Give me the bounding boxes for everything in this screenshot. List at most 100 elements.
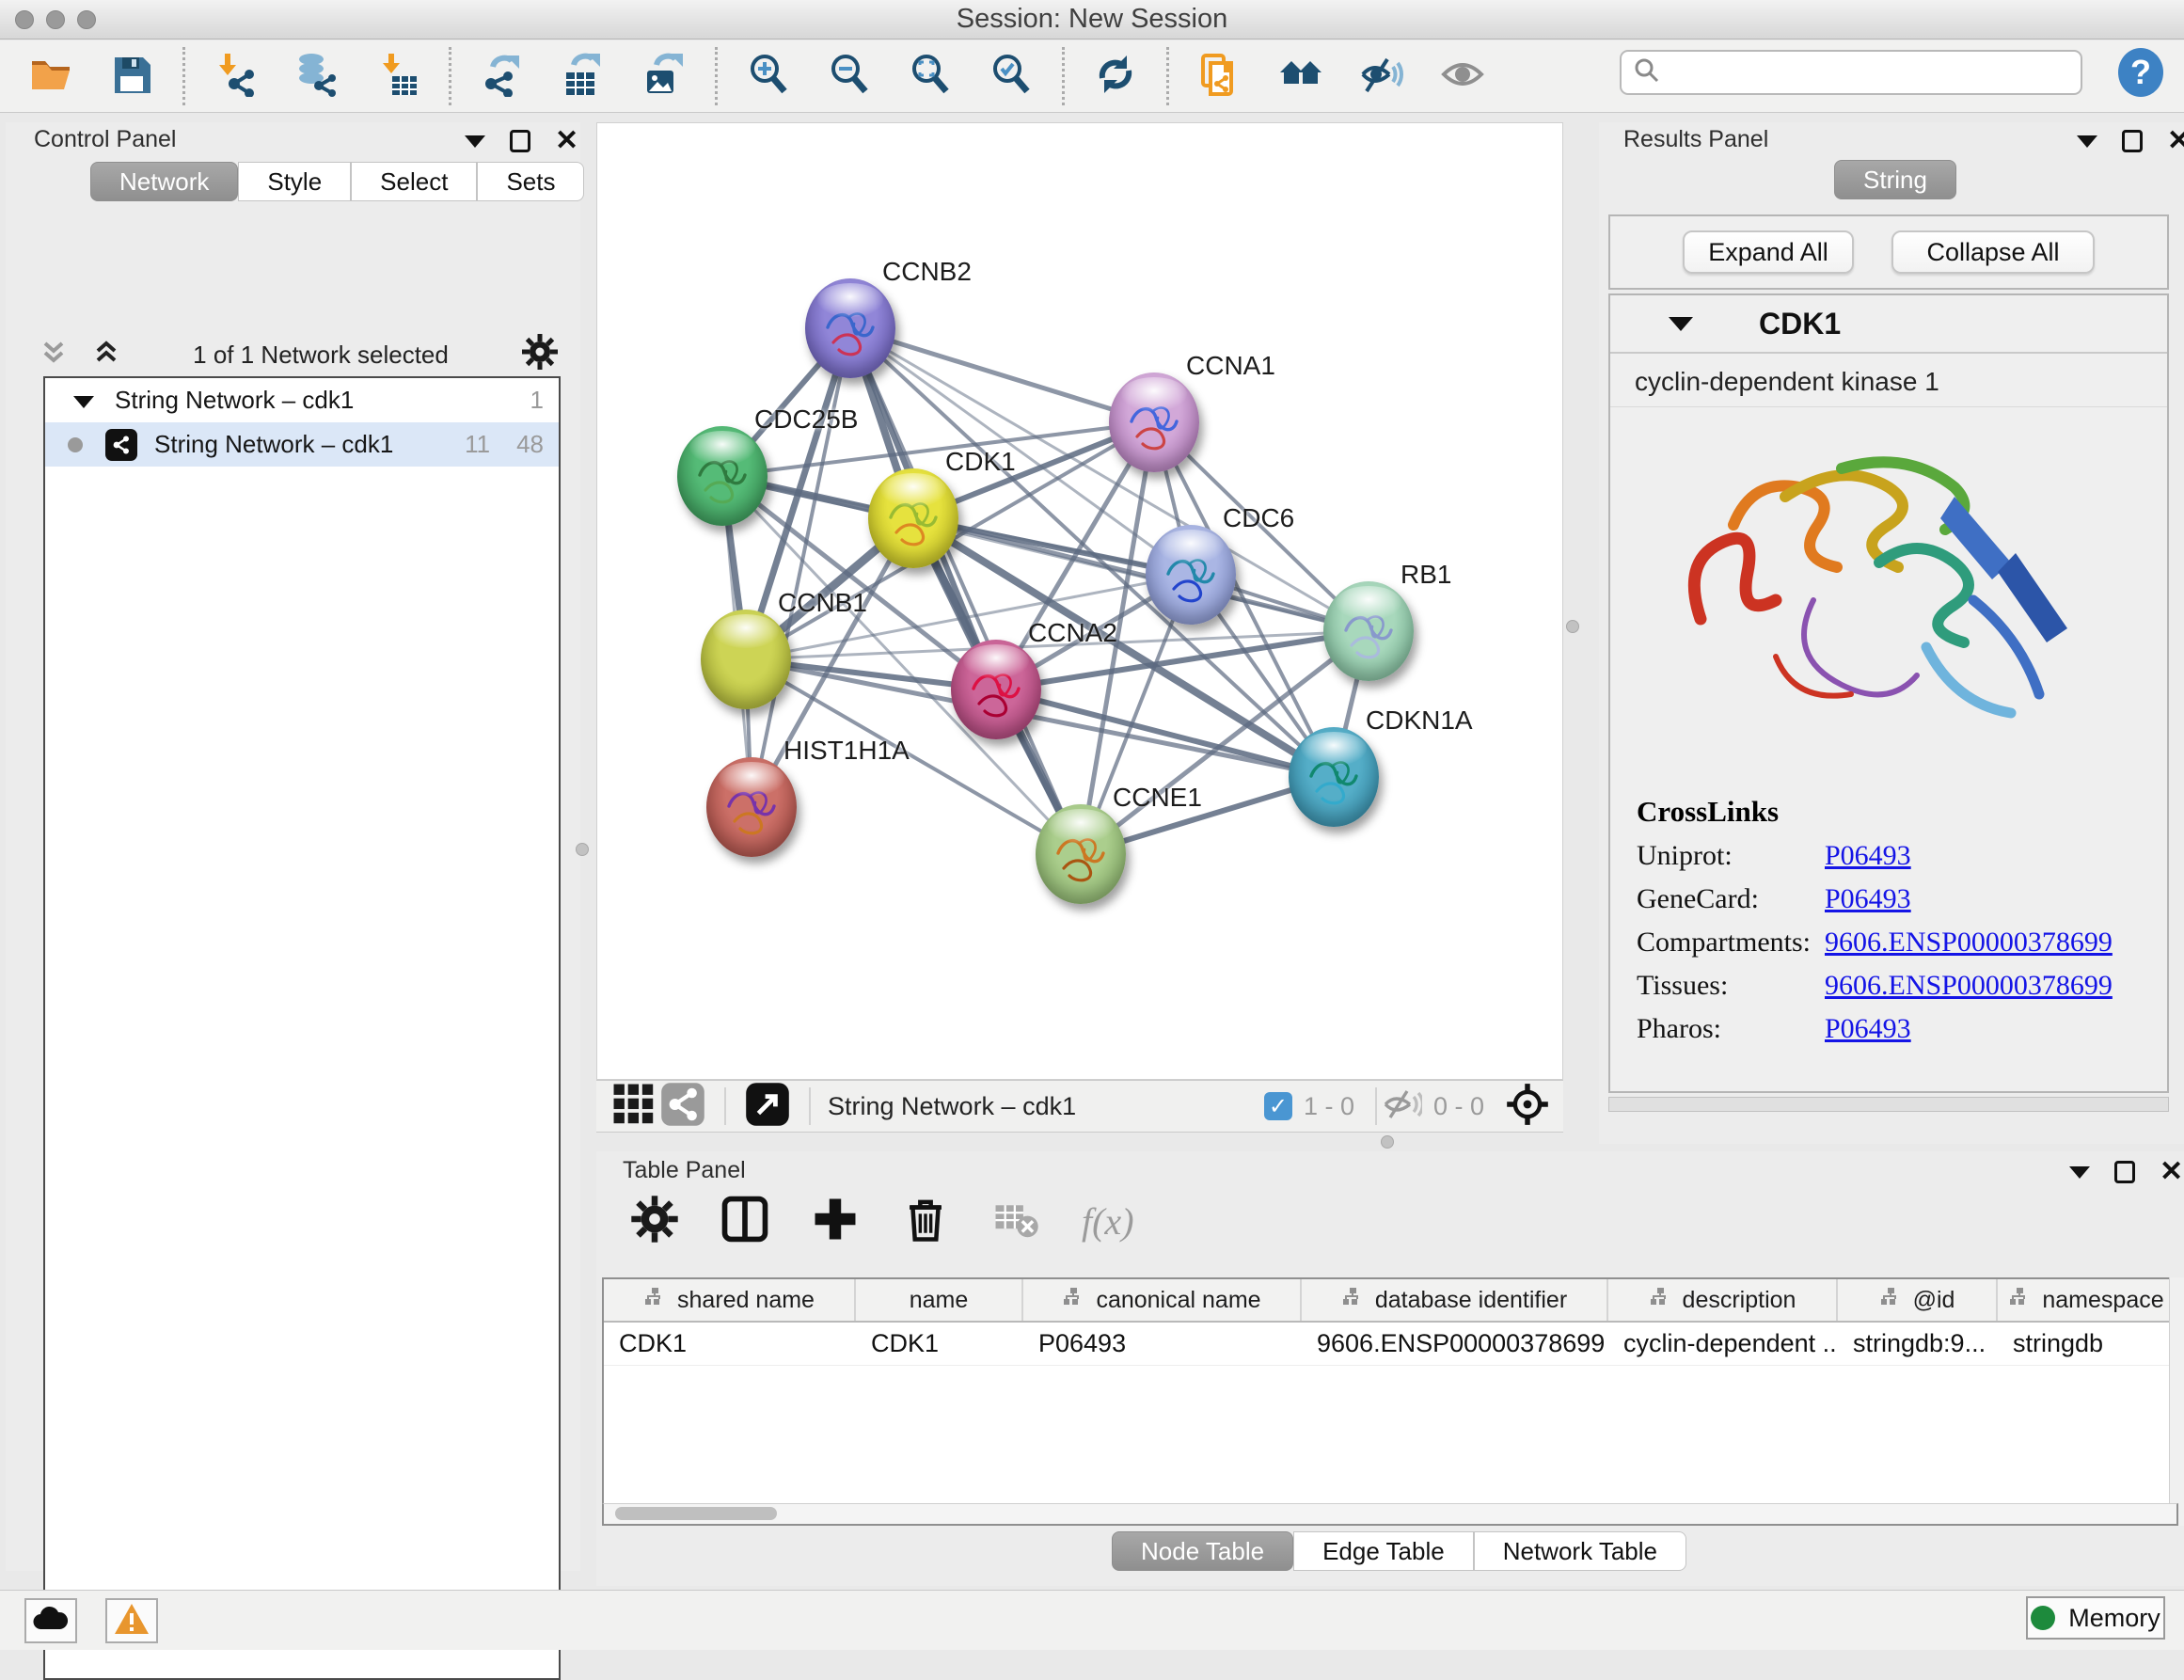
results-scrollbar[interactable] [1608,1097,2169,1112]
add-column-button[interactable] [811,1197,860,1245]
network-node-cdc25b[interactable] [677,426,768,526]
zoom-selected-button[interactable] [987,52,1036,101]
network-collection-row[interactable]: String Network – cdk1 1 [45,378,559,422]
network-node-ccna1[interactable] [1109,372,1199,472]
tab-network-table[interactable]: Network Table [1474,1531,1686,1571]
close-panel-icon[interactable]: ✕ [2160,1161,2183,1183]
tab-string[interactable]: String [1834,160,1956,199]
table-row[interactable]: CDK1CDK1P064939606.ENSP00000378699cyclin… [604,1323,2176,1366]
export-table-button[interactable] [559,52,608,101]
show-all-button[interactable] [1438,52,1487,101]
network-node-ccnb1[interactable] [701,610,791,709]
fit-selected-button[interactable] [1503,1082,1552,1131]
tab-node-table[interactable]: Node Table [1112,1531,1293,1571]
crosslink-link[interactable]: P06493 [1825,840,1911,872]
network-node-ccna2[interactable] [951,640,1041,739]
tab-style[interactable]: Style [238,162,351,201]
open-in-window-button[interactable] [743,1082,792,1131]
duplicate-network-button[interactable] [1195,52,1244,101]
float-panel-icon[interactable] [2122,130,2143,152]
network-overview-button[interactable] [658,1082,707,1131]
network-list: String Network – cdk1 1 String Network –… [43,376,561,1680]
search-input[interactable] [1661,58,2056,87]
network-row[interactable]: String Network – cdk1 11 48 [45,422,559,467]
crosslink-link[interactable]: P06493 [1825,883,1911,915]
memory-button[interactable]: Memory [2026,1596,2165,1640]
crosslink-link[interactable]: 9606.ENSP00000378699 [1825,927,2113,959]
zoom-out-icon [827,52,872,102]
hide-selected-button[interactable] [1357,52,1406,101]
cloud-button[interactable] [24,1598,77,1643]
show-column-panel-button[interactable] [720,1197,769,1245]
import-table-button[interactable] [373,52,422,101]
delete-table-button[interactable] [991,1197,1040,1245]
collapse-all-chevron-icon[interactable] [40,338,68,372]
right-splitter-handle[interactable] [1566,620,1579,633]
left-splitter-handle[interactable] [576,843,589,856]
expand-all-chevron-icon[interactable] [92,338,120,372]
column-header-database-identifier[interactable]: database identifier [1302,1279,1608,1321]
bottom-splitter-handle[interactable] [1381,1135,1394,1149]
import-network-database-button[interactable] [293,52,341,101]
close-panel-icon[interactable]: ✕ [2167,130,2184,152]
tab-sets[interactable]: Sets [477,162,584,201]
hidden-eye-slash-icon[interactable] [1383,1088,1422,1125]
crosslink-link[interactable]: 9606.ENSP00000378699 [1825,970,2113,1002]
hidden-node-edge-counts: 0 - 0 [1433,1092,1484,1121]
network-node-cdkn1a[interactable] [1289,727,1379,827]
warning-button[interactable] [105,1598,158,1643]
column-header-shared-name[interactable]: shared name [604,1279,856,1321]
delete-column-button[interactable] [901,1197,950,1245]
network-node-cdc6[interactable] [1146,525,1236,625]
network-node-rb1[interactable] [1323,581,1414,681]
float-panel-icon[interactable] [510,130,530,152]
column-header-canonical-name[interactable]: canonical name [1023,1279,1302,1321]
table-settings-button[interactable] [630,1197,679,1245]
panel-menu-icon[interactable] [2069,1166,2090,1179]
apply-layout-button[interactable] [1091,52,1140,101]
table-vertical-scrollbar[interactable] [2169,1277,2184,1526]
zoom-fit-button[interactable] [906,52,955,101]
birdseye-toggle-button[interactable] [609,1082,658,1131]
network-edges [597,123,1563,1080]
float-panel-icon[interactable] [2114,1161,2135,1183]
tab-network[interactable]: Network [90,162,238,201]
network-canvas[interactable]: CCNB2CCNA1CDC25BCDK1CDC6RB1CCNB1CCNA2CDK… [596,122,1563,1080]
collapse-protein-icon[interactable] [1669,317,1693,331]
column-header-description[interactable]: description [1608,1279,1838,1321]
results-panel-title: Results Panel [1623,126,1768,153]
tab-select[interactable]: Select [351,162,477,201]
selected-checkbox-icon[interactable]: ✓ [1264,1092,1292,1120]
network-node-hist1h1a[interactable] [706,757,797,857]
export-network-button[interactable] [478,52,527,101]
column-header--id[interactable]: @id [1838,1279,1998,1321]
close-panel-icon[interactable]: ✕ [555,130,578,152]
zoom-out-button[interactable] [825,52,874,101]
panel-menu-icon[interactable] [465,135,485,148]
panel-menu-icon[interactable] [2077,135,2097,148]
open-session-button[interactable] [26,52,75,101]
column-header-name[interactable]: name [856,1279,1023,1321]
import-network-file-button[interactable] [212,52,261,101]
table-horizontal-scrollbar[interactable] [602,1503,2178,1526]
node-table: shared namenamecanonical namedatabase id… [602,1277,2178,1503]
tab-edge-table[interactable]: Edge Table [1293,1531,1474,1571]
collection-expand-icon[interactable] [73,396,94,408]
collapse-all-button[interactable]: Collapse All [1891,230,2095,274]
expand-all-button[interactable]: Expand All [1683,230,1854,274]
protein-card-header[interactable]: CDK1 [1610,295,2167,354]
column-header-namespace[interactable]: namespace [1998,1279,2176,1321]
search-box[interactable] [1620,50,2082,95]
network-node-ccne1[interactable] [1036,804,1126,904]
first-neighbors-button[interactable] [1276,52,1325,101]
help-button[interactable]: ? [2114,46,2167,99]
save-session-button[interactable] [107,52,156,101]
network-node-cdk1[interactable] [868,468,958,568]
export-image-button[interactable] [640,52,688,101]
network-node-ccnb2[interactable] [805,278,895,378]
scrollbar-thumb[interactable] [615,1507,777,1520]
function-builder-button[interactable]: f(x) [1082,1199,1134,1244]
crosslink-link[interactable]: P06493 [1825,1013,1911,1045]
zoom-in-button[interactable] [744,52,793,101]
network-options-gear-icon[interactable] [521,333,559,377]
